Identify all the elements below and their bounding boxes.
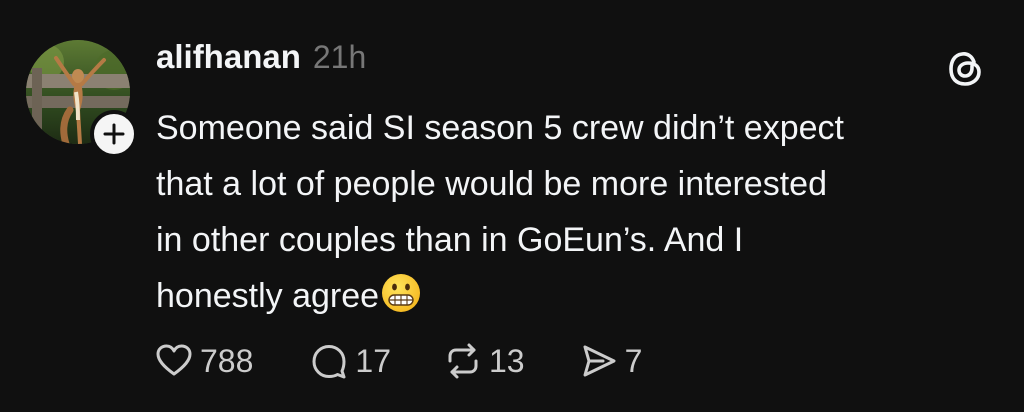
reply-count: 17: [355, 342, 391, 379]
share-button[interactable]: 7: [579, 341, 643, 381]
post-body-line: that a lot of people would be more inter…: [156, 165, 827, 203]
author-username[interactable]: alifhanan: [156, 38, 301, 76]
repost-button[interactable]: 13: [443, 341, 525, 381]
post-body-line: honestly agree: [156, 277, 380, 315]
send-icon: [583, 345, 616, 377]
post-body-line: Someone said SI season 5 crew didn’t exp…: [156, 109, 844, 147]
plus-icon: [103, 123, 125, 145]
heart-icon: [156, 344, 192, 376]
speech-bubble-icon: [312, 345, 346, 379]
follow-button[interactable]: [90, 110, 138, 158]
repost-count: 13: [488, 342, 525, 379]
post-actions: 788 17 13 7: [154, 336, 642, 386]
grimacing-face-emoji: [382, 274, 421, 312]
share-count: 7: [624, 342, 643, 379]
avatar-container: [26, 40, 138, 158]
post-body-line-last: honestly agree: [156, 268, 1006, 324]
like-button[interactable]: 788: [154, 341, 253, 381]
post-body-line: in other couples than in GoEun’s. And I: [156, 221, 744, 259]
threads-logo-icon: [949, 52, 981, 86]
post-header: alifhanan 21h: [156, 38, 366, 86]
reply-button[interactable]: 17: [309, 341, 391, 381]
post-timestamp: 21h: [312, 39, 367, 75]
repost-icon: [448, 343, 478, 379]
post-body: Someone said SI season 5 crew didn’t exp…: [156, 100, 1006, 324]
thread-post: alifhanan 21h Someone said SI season 5 c…: [0, 0, 1024, 412]
like-count: 788: [200, 342, 254, 379]
